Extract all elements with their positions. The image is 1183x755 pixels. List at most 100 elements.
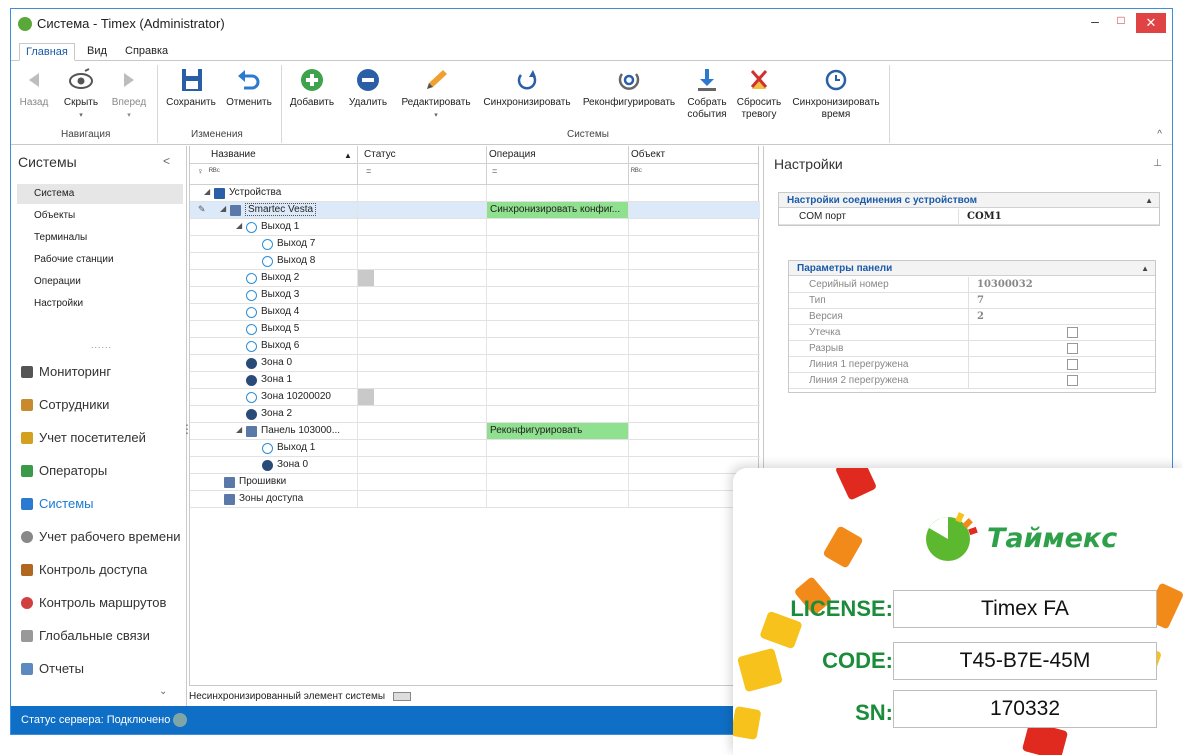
table-row[interactable]: Выход 8 — [190, 253, 760, 270]
systems-tree-grid: Название ▲ Статус Операция Объект ♀ ᴿᴮᶜ … — [189, 146, 760, 686]
sync-button[interactable]: Синхронизировать — [481, 67, 573, 109]
param-row[interactable]: Линия 1 перегружена — [789, 357, 1155, 373]
table-row[interactable]: Выход 3 — [190, 287, 760, 304]
com-port-row[interactable]: COM порт COM1 — [779, 209, 1159, 225]
sync-time-button[interactable]: Синхронизировать время — [789, 67, 883, 121]
com-port-value[interactable]: COM1 — [967, 209, 1002, 224]
maximize-button[interactable]: □ — [1110, 13, 1132, 33]
param-checkbox[interactable] — [1067, 375, 1078, 386]
nav-operators[interactable]: Операторы — [19, 457, 185, 485]
cell-separator — [486, 491, 487, 507]
nav-employees[interactable]: Сотрудники — [19, 391, 185, 419]
sidebar-item-settings[interactable]: Настройки — [17, 294, 183, 314]
table-row[interactable]: Зона 0 — [190, 457, 760, 474]
filter-operation-input[interactable]: = — [492, 166, 497, 176]
nav-access-control[interactable]: Контроль доступа — [19, 556, 185, 584]
tab-home[interactable]: Главная — [19, 43, 75, 61]
close-button[interactable]: ✕ — [1136, 13, 1166, 33]
expand-toggle-icon[interactable]: ◢ — [236, 425, 242, 434]
collapse-icon[interactable]: ▲ — [1145, 193, 1153, 208]
filter-status-input[interactable]: = — [366, 166, 371, 176]
param-row[interactable]: Утечка — [789, 325, 1155, 341]
nav-time-tracking[interactable]: Учет рабочего времени — [19, 523, 185, 551]
clock-icon — [21, 531, 33, 543]
table-row[interactable]: ◢ Выход 1 — [190, 219, 760, 236]
table-row[interactable]: ◢ Устройства — [190, 185, 760, 202]
column-header-name[interactable]: Название — [211, 149, 256, 160]
output-icon — [246, 290, 257, 301]
filter-object-input[interactable]: ᴿᴮᶜ — [631, 166, 642, 176]
forward-button[interactable]: Вперед ▾ — [109, 67, 149, 122]
column-header-operation[interactable]: Операция — [489, 149, 536, 160]
connection-section-header[interactable]: Настройки соединения с устройством ▲ — [779, 193, 1159, 208]
table-row[interactable]: Зона 2 — [190, 406, 760, 423]
param-row[interactable]: Серийный номер 10300032 — [789, 277, 1155, 293]
sidebar-item-terminals[interactable]: Терминалы — [17, 228, 183, 248]
table-row[interactable]: Зона 0 — [190, 355, 760, 372]
nav-route-control[interactable]: Контроль маршрутов — [19, 589, 185, 617]
sidebar-item-system[interactable]: Система — [17, 184, 183, 204]
device-icon — [224, 477, 235, 488]
param-row[interactable]: Разрыв — [789, 341, 1155, 357]
expand-toggle-icon[interactable]: ◢ — [204, 187, 210, 196]
nav-reports[interactable]: Отчеты — [19, 655, 185, 683]
row-status — [358, 457, 374, 473]
table-row[interactable]: ◢ Smartec Vesta Синхронизировать конфиг... — [190, 202, 760, 219]
pin-icon[interactable]: ⊥ — [1153, 158, 1162, 169]
nav-monitoring[interactable]: Мониторинг — [19, 358, 185, 386]
add-button[interactable]: Добавить — [287, 67, 337, 109]
row-status — [358, 202, 374, 218]
expand-toggle-icon[interactable]: ◢ — [220, 204, 226, 213]
nav-systems[interactable]: Системы — [19, 490, 185, 518]
cancel-button[interactable]: Отменить — [223, 67, 275, 109]
column-header-status[interactable]: Статус — [364, 149, 396, 160]
collapse-icon[interactable]: ▲ — [1141, 261, 1149, 276]
panel-splitter-grip[interactable]: ...... — [91, 340, 112, 350]
tab-help[interactable]: Справка — [119, 43, 174, 61]
nav-visitors[interactable]: Учет посетителей — [19, 424, 185, 452]
table-row[interactable]: Выход 1 — [190, 440, 760, 457]
table-row[interactable]: Зона 1 — [190, 372, 760, 389]
sidebar-item-operations[interactable]: Операции — [17, 272, 183, 292]
delete-button[interactable]: Удалить — [345, 67, 391, 109]
param-checkbox[interactable] — [1067, 359, 1078, 370]
panel-params-section-header[interactable]: Параметры панели ▲ — [789, 261, 1155, 276]
back-button[interactable]: Назад — [17, 67, 51, 109]
table-row[interactable]: ◢ Панель 103000... Реконфигурировать — [190, 423, 760, 440]
save-button[interactable]: Сохранить — [163, 67, 219, 109]
collect-events-button[interactable]: Собрать события — [685, 67, 729, 121]
minimize-button[interactable]: – — [1084, 13, 1106, 33]
param-row[interactable]: Линия 2 перегружена — [789, 373, 1155, 389]
column-header-object[interactable]: Объект — [631, 149, 665, 160]
param-row[interactable]: Версия 2 — [789, 309, 1155, 325]
hide-button[interactable]: Скрыть ▾ — [61, 67, 101, 122]
table-row[interactable]: Выход 4 — [190, 304, 760, 321]
table-row[interactable]: Выход 2 — [190, 270, 760, 287]
table-row[interactable]: Выход 6 — [190, 338, 760, 355]
param-row[interactable]: Тип 7 — [789, 293, 1155, 309]
zone-icon — [246, 375, 257, 386]
left-panel-collapse-button[interactable]: < — [163, 154, 170, 168]
table-row[interactable]: Зоны доступа — [190, 491, 760, 508]
edit-button[interactable]: Редактировать ▾ — [397, 67, 475, 122]
cancel-label: Отменить — [226, 97, 272, 108]
reset-alarm-button[interactable]: Сбросить тревогу — [735, 67, 783, 121]
cell-separator — [357, 321, 358, 337]
table-row[interactable]: Выход 7 — [190, 236, 760, 253]
reconfigure-button[interactable]: Реконфигурировать — [579, 67, 679, 109]
expand-toggle-icon[interactable]: ◢ — [236, 221, 242, 230]
filter-name-input[interactable]: ᴿᴮᶜ — [209, 166, 220, 176]
table-row[interactable]: Выход 5 — [190, 321, 760, 338]
nav-more-chevron-icon[interactable]: ⌄ — [159, 686, 167, 697]
table-row[interactable]: Прошивки — [190, 474, 760, 491]
tab-view[interactable]: Вид — [81, 43, 113, 61]
table-row[interactable]: Зона 10200020 — [190, 389, 760, 406]
sidebar-item-workstations[interactable]: Рабочие станции — [17, 250, 183, 270]
ribbon-collapse-button[interactable]: ^ — [1157, 129, 1162, 140]
param-checkbox[interactable] — [1067, 327, 1078, 338]
nav-global-links[interactable]: Глобальные связи — [19, 622, 185, 650]
cell-separator — [486, 219, 487, 235]
param-checkbox[interactable] — [1067, 343, 1078, 354]
row-operation — [487, 321, 629, 337]
sidebar-item-objects[interactable]: Объекты — [17, 206, 183, 226]
